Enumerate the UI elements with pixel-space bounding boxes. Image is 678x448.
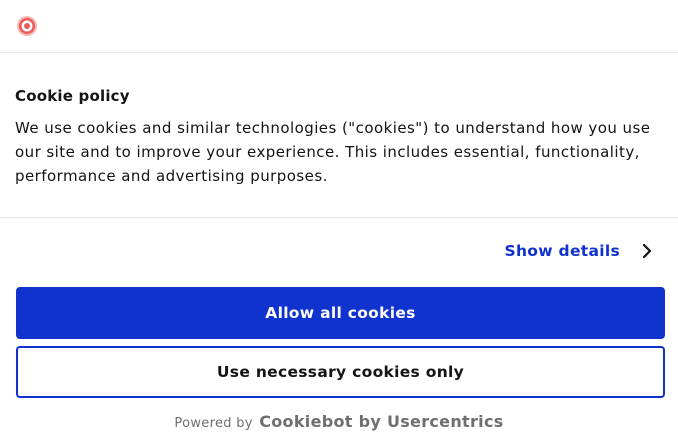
target-logo-icon [17, 16, 37, 36]
content-divider [0, 217, 678, 218]
powered-by-footer: Powered by Cookiebot by Usercentrics [0, 412, 678, 431]
allow-all-cookies-button[interactable]: Allow all cookies [16, 287, 665, 339]
provider-link[interactable]: Cookiebot by Usercentrics [259, 412, 503, 431]
chevron-right-icon [642, 243, 652, 259]
powered-by-label: Powered by [174, 416, 253, 431]
show-details-link[interactable]: Show details [505, 241, 655, 261]
necessary-cookies-only-label: Use necessary cookies only [216, 363, 465, 381]
dialog-header [0, 0, 678, 53]
dialog-title: Cookie policy [15, 87, 130, 105]
show-details-label: Show details [504, 242, 620, 260]
necessary-cookies-only-button[interactable]: Use necessary cookies only [16, 346, 665, 398]
allow-all-cookies-label: Allow all cookies [265, 304, 416, 322]
cookie-policy-content: Cookie policy We use cookies and similar… [15, 86, 663, 188]
dialog-description: We use cookies and similar technologies … [15, 119, 651, 185]
